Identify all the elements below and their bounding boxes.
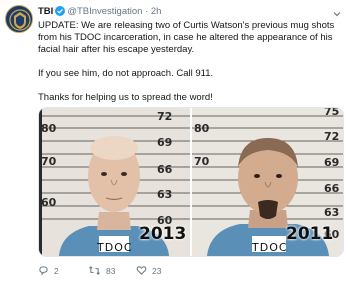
tweet-text: UPDATE: We are releasing two of Curtis W… [38, 20, 344, 116]
year-label: 2013 [139, 224, 187, 244]
tbi-badge-icon[interactable] [5, 5, 33, 33]
height-marker: 69 [157, 136, 173, 149]
height-marker: 70 [41, 155, 57, 168]
reply-icon [38, 265, 49, 276]
tweet-actions: 2 83 23 [38, 265, 338, 277]
height-marker: 80 [41, 122, 57, 135]
height-marker: 66 [324, 182, 340, 195]
tdoc-tag: TDOC [97, 241, 133, 254]
tweet-paragraph: Thanks for helping us to spread the word… [38, 92, 213, 103]
tweet-paragraph: If you see him, do not approach. Call 91… [38, 68, 214, 79]
heart-icon [136, 265, 147, 276]
reply-count: 2 [54, 265, 59, 276]
tweet-paragraph: UPDATE: We are releasing two of Curtis W… [38, 20, 335, 55]
author-handle[interactable]: @TBInvestigation [67, 6, 142, 17]
height-marker: 70 [194, 155, 210, 168]
mugshot-2011[interactable]: 75 72 80 70 69 66 63 60 2011 TDOC [192, 108, 343, 256]
height-marker: 60 [41, 196, 57, 209]
height-marker: 80 [194, 122, 210, 135]
like-button[interactable]: 23 [136, 265, 161, 276]
tweet-media[interactable]: 72 80 69 70 66 63 60 60 2013 TDOC 75 72 … [38, 107, 344, 257]
retweet-count: 83 [106, 265, 116, 276]
mugshot-2013[interactable]: 72 80 69 70 66 63 60 60 2013 TDOC [39, 108, 190, 256]
separator: · [145, 6, 149, 17]
author-name[interactable]: TBI [38, 6, 53, 17]
retweet-button[interactable]: 83 [88, 265, 115, 276]
retweet-icon [88, 265, 101, 276]
height-marker: 72 [157, 110, 173, 123]
chevron-down-icon[interactable] [332, 6, 342, 17]
height-marker: 72 [324, 130, 340, 143]
height-marker: 63 [324, 206, 340, 219]
height-marker: 69 [324, 156, 340, 169]
tweet[interactable]: TBI @TBInvestigation · 2h UPDATE: We are … [0, 0, 350, 281]
verified-badge-icon [55, 6, 66, 20]
year-label: 2011 [286, 224, 334, 244]
tdoc-tag: TDOC [252, 241, 288, 254]
reply-button[interactable]: 2 [38, 265, 59, 276]
timestamp[interactable]: 2h [151, 6, 162, 17]
height-marker: 75 [324, 108, 340, 118]
like-count: 23 [152, 265, 162, 276]
tweet-header: TBI @TBInvestigation · 2h [38, 6, 161, 20]
height-marker: 66 [157, 163, 173, 176]
height-marker: 63 [157, 188, 173, 201]
